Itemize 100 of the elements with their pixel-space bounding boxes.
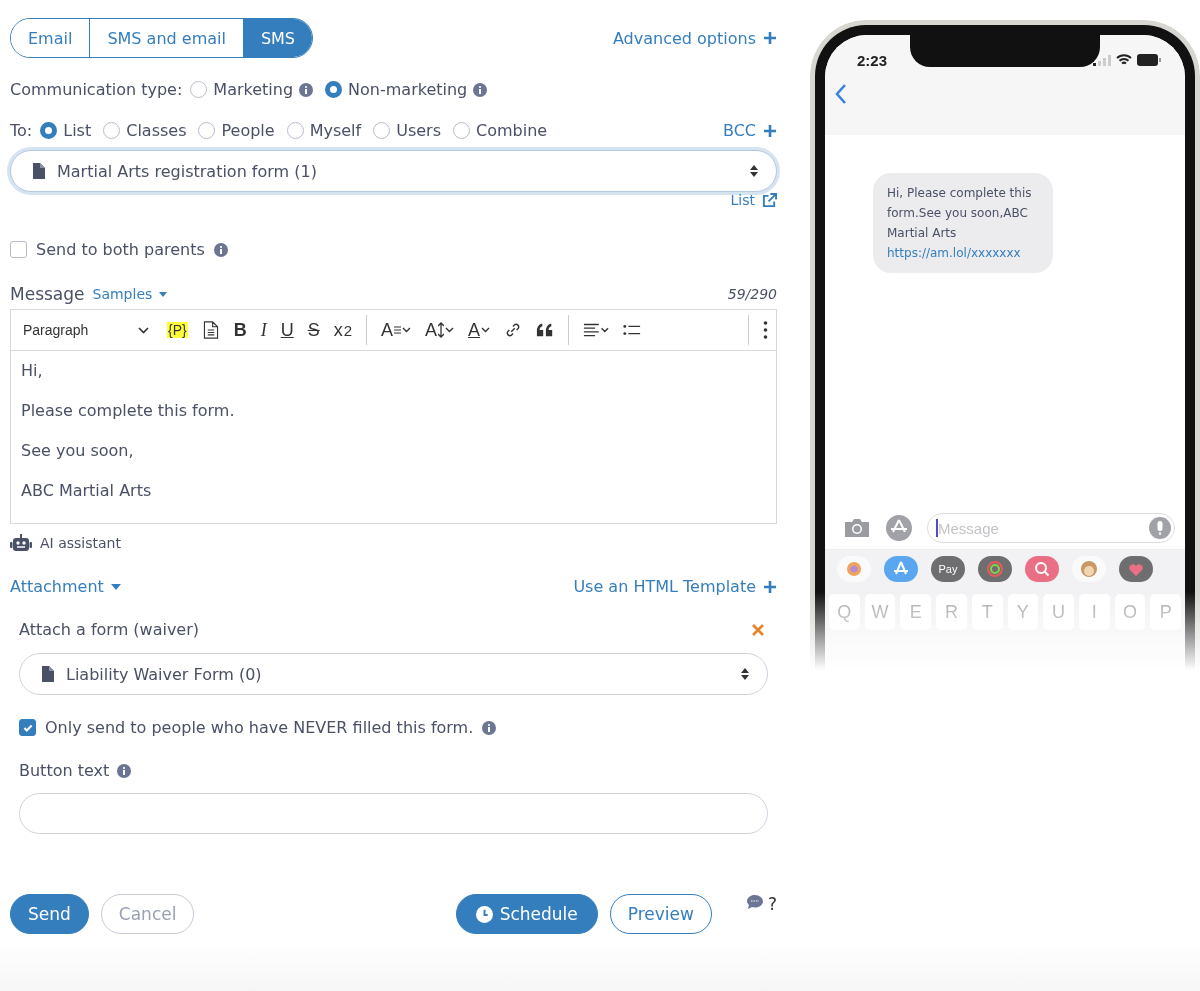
radio-button[interactable] bbox=[453, 122, 470, 139]
placeholder-button[interactable]: {P} bbox=[167, 322, 188, 338]
app-store-icon[interactable] bbox=[884, 556, 918, 582]
chevron-icon bbox=[481, 327, 491, 333]
font-size-button[interactable]: A bbox=[425, 319, 455, 341]
message-editor[interactable]: Hi, Please complete this form. See you soon, ABC Martial Arts bbox=[11, 351, 776, 523]
character-counter: 59/290 bbox=[727, 286, 777, 302]
document-icon bbox=[33, 163, 45, 179]
message-label: Message bbox=[10, 284, 85, 304]
button-text-label: Button text bbox=[19, 761, 110, 780]
radio-button[interactable] bbox=[198, 122, 216, 139]
document-icon bbox=[42, 666, 54, 682]
message-line: ABC Martial Arts bbox=[21, 481, 153, 500]
radio-button[interactable] bbox=[40, 122, 58, 139]
info-icon bbox=[473, 82, 488, 97]
radio-label[interactable]: Users bbox=[396, 121, 441, 140]
status-time: 2:23 bbox=[857, 51, 888, 69]
paragraph-dropdown[interactable]: Paragraph bbox=[23, 322, 149, 338]
radio-label[interactable]: Combine bbox=[476, 121, 548, 140]
to-label: To: bbox=[10, 121, 33, 140]
radio-label[interactable]: Myself bbox=[309, 121, 362, 140]
checkbox[interactable] bbox=[19, 719, 36, 736]
chevron-icon bbox=[138, 326, 149, 334]
send-button[interactable]: Send bbox=[10, 894, 89, 934]
lines-icon bbox=[394, 326, 402, 334]
external-link-icon bbox=[762, 192, 777, 208]
message-line: See you soon, bbox=[21, 441, 135, 460]
font-color-button[interactable]: A bbox=[468, 319, 491, 341]
chevron-icon bbox=[402, 327, 412, 333]
underline-button[interactable]: U bbox=[280, 319, 294, 341]
advanced-options-link[interactable]: Advanced options bbox=[612, 28, 777, 48]
wifi-icon bbox=[1116, 54, 1132, 66]
sort-arrows-icon bbox=[741, 668, 749, 680]
battery-icon bbox=[1137, 54, 1161, 66]
caret-icon bbox=[159, 291, 168, 297]
preview-button[interactable]: Preview bbox=[609, 894, 712, 934]
back-chevron-icon[interactable] bbox=[835, 83, 847, 105]
ai-assistant-link[interactable]: AI assistant bbox=[40, 535, 121, 551]
info-icon bbox=[482, 720, 497, 735]
italic-button[interactable]: I bbox=[260, 319, 267, 341]
radio-button[interactable] bbox=[190, 81, 208, 98]
bold-button[interactable]: B bbox=[233, 319, 247, 341]
communication-type-label: Communication type: bbox=[10, 80, 183, 99]
quote-icon[interactable] bbox=[536, 321, 555, 339]
radio-label[interactable]: People bbox=[221, 121, 275, 140]
message-line: Hi, bbox=[21, 361, 44, 380]
align-icon[interactable] bbox=[583, 321, 610, 339]
sort-arrows-icon bbox=[750, 165, 758, 177]
plus-icon bbox=[763, 123, 777, 138]
list-select[interactable]: Martial Arts registration form (1) bbox=[10, 150, 777, 192]
radio-button[interactable] bbox=[103, 122, 121, 139]
chevron-icon bbox=[445, 327, 455, 333]
info-icon bbox=[213, 242, 228, 257]
robot-icon bbox=[10, 534, 32, 552]
sms-chat-icon[interactable] bbox=[745, 894, 764, 910]
plus-icon bbox=[763, 31, 777, 45]
plus-icon bbox=[763, 579, 777, 594]
checkbox[interactable] bbox=[10, 241, 27, 258]
radio-button[interactable] bbox=[286, 122, 304, 139]
checkbox-label[interactable]: Only send to people who have NEVER filled this form. bbox=[45, 718, 474, 737]
info-icon bbox=[117, 763, 132, 778]
more-icon[interactable] bbox=[763, 321, 768, 339]
camera-icon[interactable] bbox=[843, 517, 871, 539]
cancel-button[interactable]: Cancel bbox=[100, 894, 195, 934]
attachment-dropdown[interactable]: Attachment bbox=[10, 577, 121, 596]
html-template-link[interactable]: Use an HTML Template bbox=[573, 577, 777, 596]
document-icon[interactable] bbox=[201, 321, 220, 339]
radio-label[interactable]: Non-marketing bbox=[348, 80, 468, 99]
strikethrough-button[interactable]: S bbox=[307, 319, 320, 341]
channel-tab[interactable]: Email bbox=[11, 19, 91, 57]
apple-pay-icon[interactable]: Pay bbox=[931, 556, 965, 582]
radio-label[interactable]: Classes bbox=[126, 121, 187, 140]
vertical-arrow-icon bbox=[438, 322, 445, 338]
schedule-button[interactable]: Schedule bbox=[455, 894, 598, 934]
radio-label[interactable]: List bbox=[63, 121, 92, 140]
app-store-icon[interactable] bbox=[885, 514, 913, 542]
radio-button[interactable] bbox=[373, 122, 391, 139]
font-family-button[interactable]: A bbox=[381, 319, 412, 341]
channel-tab[interactable]: SMS bbox=[243, 19, 313, 57]
list-link[interactable]: List bbox=[730, 192, 777, 208]
attach-form-label: Attach a form (waiver) bbox=[19, 620, 200, 639]
bcc-link[interactable]: BCC bbox=[722, 121, 777, 140]
activity-rings-icon[interactable] bbox=[978, 556, 1012, 582]
caret-icon bbox=[110, 583, 121, 590]
message-link[interactable]: https://am.lol/xxxxxxx bbox=[887, 243, 1039, 263]
signal-icon bbox=[1093, 54, 1111, 66]
message-text: Hi, Please complete this form.See you soon,ABC Martial Arts bbox=[887, 185, 1033, 242]
samples-dropdown[interactable]: Samples bbox=[92, 286, 168, 302]
close-icon[interactable] bbox=[752, 623, 764, 636]
radio-button[interactable] bbox=[325, 81, 343, 98]
radio-label[interactable]: Marketing bbox=[213, 80, 294, 99]
waiver-form-select[interactable]: Liability Waiver Form (0) bbox=[19, 653, 768, 695]
message-line: Please complete this form. bbox=[21, 401, 236, 420]
button-text-field[interactable] bbox=[19, 793, 768, 834]
help-link[interactable]: ? bbox=[767, 894, 777, 914]
search-images-icon[interactable] bbox=[1025, 556, 1059, 582]
microphone-icon[interactable] bbox=[1149, 517, 1171, 539]
checkbox-label[interactable]: Send to both parents bbox=[36, 240, 205, 259]
photos-app-icon[interactable] bbox=[837, 556, 871, 582]
info-icon bbox=[299, 82, 314, 97]
